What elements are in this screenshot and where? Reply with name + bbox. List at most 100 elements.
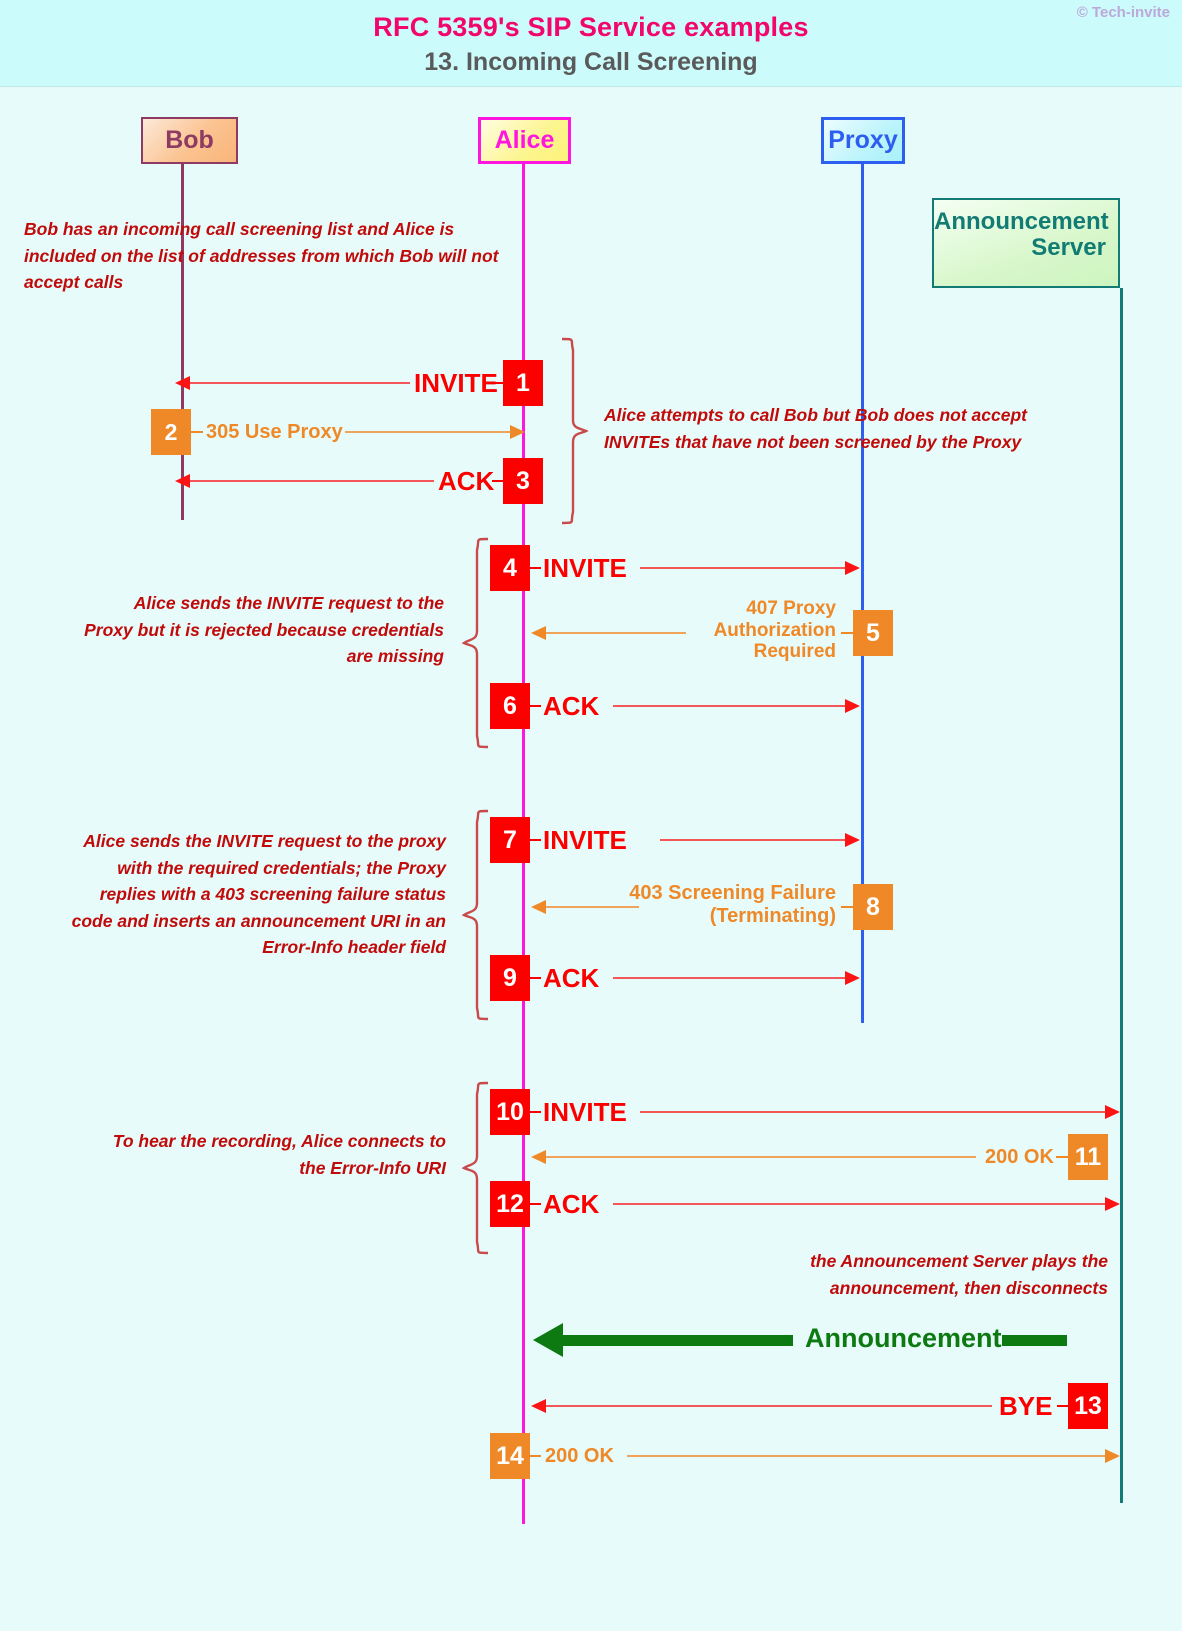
sequence-diagram-canvas: RFC 5359's SIP Service examples 13. Inco… [0,0,1182,1631]
message-6-arrow [613,699,860,713]
message-2-tick [191,431,203,433]
message-1-arrow [175,376,410,390]
brace-group-4 [461,1081,489,1255]
message-14-label: 200 OK [545,1445,614,1467]
note-server-plays-announcement: the Announcement Server plays the announ… [810,1251,1108,1298]
arrowhead-icon [510,425,525,439]
brace-group-3 [461,809,489,1021]
message-10-arrow [640,1105,1120,1119]
message-13-tick [1057,1405,1068,1407]
arrowhead-icon [845,833,860,847]
message-number-14-label: 14 [496,1441,524,1470]
message-9-label: ACK [543,963,600,993]
arrowhead-icon [531,626,546,640]
arrowhead-icon [175,376,190,390]
arrowhead-icon [531,1150,546,1164]
announcement-shaft-left [562,1335,793,1346]
message-number-3-label: 3 [516,466,530,495]
message-number-2[interactable]: 2 [151,409,191,455]
message-number-13-label: 13 [1074,1391,1102,1420]
message-number-11[interactable]: 11 [1068,1134,1108,1180]
arrowhead-icon [175,474,190,488]
note-bob-screening-list: Bob has an incoming call screening list … [24,219,499,293]
message-number-5[interactable]: 5 [853,610,893,656]
announcement-shaft-right [1002,1335,1067,1346]
message-9-tick [530,977,541,979]
actor-box-bob[interactable]: Bob [141,117,238,164]
message-number-6-label: 6 [503,691,517,720]
message-6-label: ACK [543,691,600,721]
arrowhead-icon [1105,1105,1120,1119]
message-number-12[interactable]: 12 [490,1181,530,1227]
message-number-10[interactable]: 10 [490,1089,530,1135]
message-14-tick [530,1455,541,1457]
copyright-label: © Tech-invite [1076,4,1170,21]
message-number-4-label: 4 [503,553,517,582]
message-12-label: ACK [543,1189,600,1219]
message-number-4[interactable]: 4 [490,545,530,591]
announcement-label: Announcement [805,1323,1002,1353]
message-number-7-label: 7 [503,825,517,854]
note-invite-rejected-credentials: Alice sends the INVITE request to the Pr… [84,593,444,667]
message-13-arrow [531,1399,992,1413]
message-number-9[interactable]: 9 [490,955,530,1001]
message-5-tick [841,632,853,634]
actor-label-bob: Bob [165,126,214,154]
message-5-label: 407 Proxy Authorization Required [713,598,836,663]
message-3-arrow [175,474,434,488]
actor-label-announcement-server-line1: Announcement [934,208,1109,235]
message-7-arrow [660,833,860,847]
message-10-tick [530,1111,541,1113]
actor-box-alice[interactable]: Alice [478,117,571,164]
arrowhead-icon [845,699,860,713]
brace-group-1 [561,337,589,525]
arrowhead-icon [1105,1449,1120,1463]
message-number-5-label: 5 [866,618,880,647]
message-1-label: INVITE [414,368,498,398]
message-4-arrow [640,561,860,575]
message-10-label: INVITE [543,1097,627,1127]
arrowhead-icon [845,561,860,575]
message-3-label: ACK [438,466,495,496]
brace-group-2 [461,537,489,749]
message-7-label: INVITE [543,825,627,855]
message-11-arrow [531,1150,976,1164]
note-alice-attempts-call: Alice attempts to call Bob but Bob does … [604,405,1027,452]
message-number-8[interactable]: 8 [853,884,893,930]
message-number-7[interactable]: 7 [490,817,530,863]
message-14-arrow [627,1449,1120,1463]
message-number-2-label: 2 [164,418,178,445]
message-4-tick [530,567,541,569]
message-number-11-label: 11 [1074,1142,1102,1171]
actor-label-announcement-server-line2: Server [1031,233,1106,261]
message-12-arrow [613,1197,1120,1211]
message-number-12-label: 12 [496,1189,524,1218]
message-5-arrow [531,626,686,640]
message-2-label: 305 Use Proxy [206,421,343,443]
message-number-9-label: 9 [503,963,517,992]
actor-box-proxy[interactable]: Proxy [821,117,905,164]
actor-box-announcement-server[interactable]: Announcement Server [932,198,1120,288]
announcement-arrowhead-icon [533,1323,563,1357]
message-11-tick [1056,1156,1068,1158]
page-subtitle: 13. Incoming Call Screening [424,48,758,76]
message-number-6[interactable]: 6 [490,683,530,729]
arrowhead-icon [845,971,860,985]
actor-label-proxy: Proxy [828,126,898,154]
lifeline-announcement-server [1120,288,1123,1503]
message-number-13[interactable]: 13 [1068,1383,1108,1429]
message-number-3[interactable]: 3 [503,458,543,504]
message-number-8-label: 8 [866,892,880,921]
note-connect-error-info-uri: To hear the recording, Alice connects to… [112,1131,446,1178]
message-13-label: BYE [999,1391,1053,1421]
arrowhead-icon [531,1399,546,1413]
message-12-tick [530,1203,541,1205]
message-9-arrow [613,971,860,985]
message-4-label: INVITE [543,553,627,583]
arrowhead-icon [531,900,546,914]
message-number-1-label: 1 [516,368,530,397]
arrowhead-icon [1105,1197,1120,1211]
actor-label-alice: Alice [494,126,555,154]
message-number-1[interactable]: 1 [503,360,543,406]
message-number-14[interactable]: 14 [490,1433,530,1479]
